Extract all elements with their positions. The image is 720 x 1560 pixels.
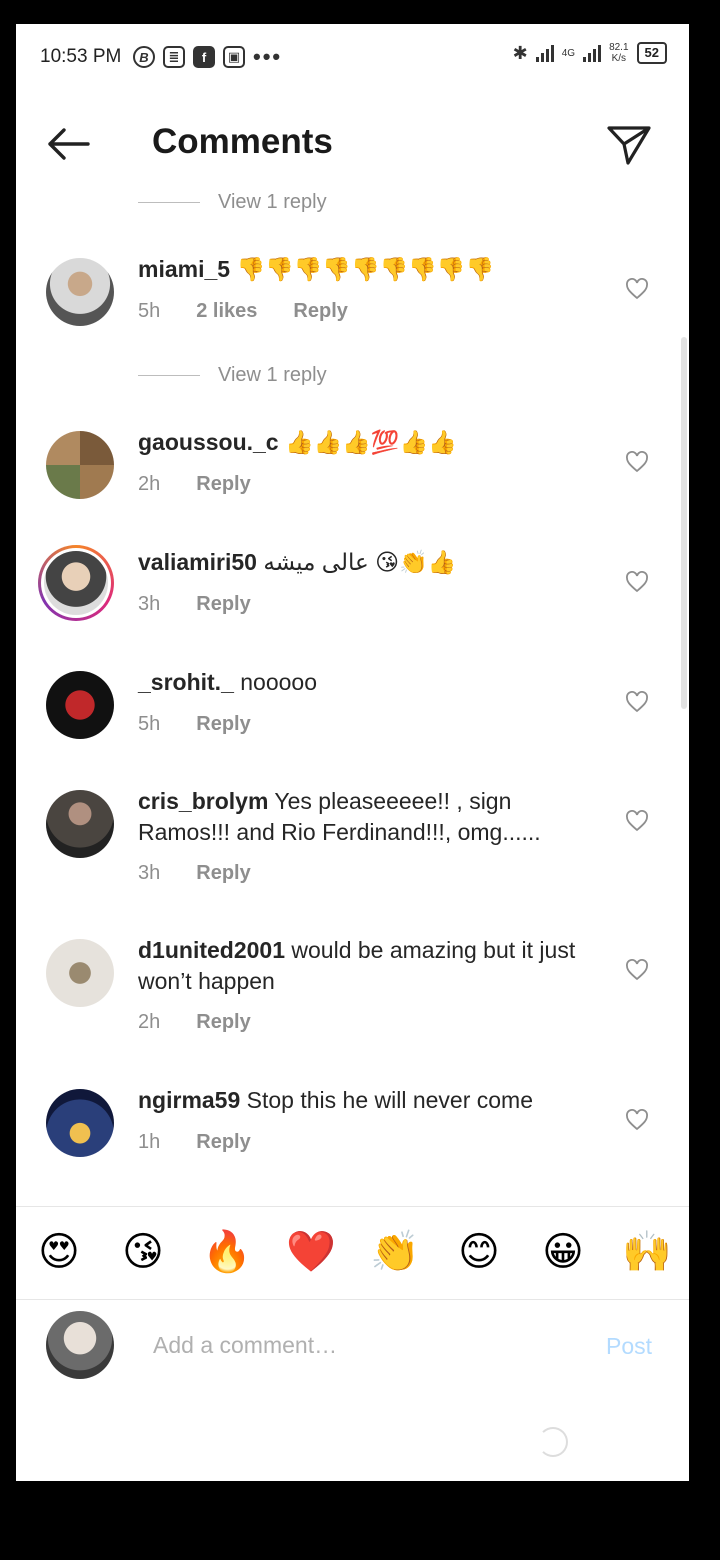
reply-button[interactable]: Reply [196,593,250,616]
emoji-raised-hands[interactable]: 🙌 [620,1225,674,1279]
comment-meta: 3h Reply [138,593,251,616]
comment-time: 3h [138,593,161,615]
comment-text: gaoussou._c 👍👍👍💯👍👍 [138,427,598,458]
emoji-kiss[interactable]: 😘 [116,1225,170,1279]
page-title: Comments [152,122,333,161]
avatar[interactable] [46,258,114,326]
news-app-icon: ≣ [163,46,185,68]
status-time: 10:53 PM [40,46,122,67]
comment-meta: 1h Reply [138,1131,251,1154]
reply-button[interactable]: Reply [196,862,250,885]
battery-icon: 52 [636,42,667,64]
heart-icon[interactable] [625,278,649,300]
comment-body: 👎👎👎👎👎👎👎👎👎 [236,256,495,282]
comment-meta: 5h Reply [138,713,251,736]
header: Comments [16,108,689,178]
more-notifications-icon: ••• [253,44,283,69]
heart-icon[interactable] [625,571,649,593]
avatar[interactable] [46,431,114,499]
comment-text: miami_5 👎👎👎👎👎👎👎👎👎 [138,254,598,285]
comment-body: عالی میشه 😘👏👍 [263,549,457,575]
comment-username[interactable]: cris_brolym [138,788,268,814]
reply-button[interactable]: Reply [196,1131,250,1154]
heart-icon[interactable] [625,451,649,473]
emoji-clap[interactable]: 👏 [368,1225,422,1279]
heart-icon[interactable] [625,810,649,832]
comment-time: 3h [138,862,161,884]
signal-icon [535,44,554,62]
network-speed: 82.1 K/s [609,42,628,64]
facebook-icon: f [193,46,215,68]
reply-divider [138,202,200,203]
avatar[interactable] [46,671,114,739]
comment-body: 👍👍👍💯👍👍 [285,429,457,455]
comments-screen: 10:53 PM B ≣ f ▣ ••• ✱ 4G 82.1 K/s 52 Co… [16,24,689,1481]
comment-username[interactable]: miami_5 [138,256,230,282]
reply-button[interactable]: Reply [293,300,347,323]
view-replies-label: View 1 reply [218,364,327,386]
notification-icons: B ≣ f ▣ ••• [133,44,282,70]
comment-time: 5h [138,300,161,322]
speed-value: 82.1 [609,42,629,53]
speed-unit: K/s [611,53,627,64]
comment-username[interactable]: valiamiri50 [138,549,257,575]
view-replies-label: View 1 reply [218,191,327,213]
comment-text: cris_brolym Yes pleaseeeee!! , sign Ramo… [138,786,598,848]
network-type: 4G [561,47,576,59]
b-app-icon: B [133,46,155,68]
avatar[interactable] [46,1089,114,1157]
system-indicators: ✱ 4G 82.1 K/s 52 [513,42,667,64]
comment-username[interactable]: _srohit._ [138,669,234,695]
emoji-fire[interactable]: 🔥 [200,1225,254,1279]
reply-button[interactable]: Reply [196,473,250,496]
comment-text: valiamiri50 عالی میشه 😘👏👍 [138,547,598,578]
comment-likes[interactable]: 2 likes [196,300,257,323]
comment-username[interactable]: gaoussou._c [138,429,279,455]
comment-text: ngirma59 Stop this he will never come [138,1085,598,1116]
comment-text: d1united2001 would be amazing but it jus… [138,935,598,997]
direct-message-icon[interactable] [606,124,652,166]
emoji-quick-bar: 😍 😘 🔥 ❤️ 👏 😊 😀 🙌 [16,1206,689,1300]
emoji-grin[interactable]: 😀 [536,1225,590,1279]
comment-input[interactable] [151,1331,555,1360]
emoji-red-heart[interactable]: ❤️ [284,1225,338,1279]
comment-time: 2h [138,1011,161,1033]
comment-body: Stop this he will never come [246,1087,534,1113]
heart-icon[interactable] [625,691,649,713]
scrollbar[interactable] [681,337,687,709]
comment-time: 5h [138,713,161,735]
gesture-indicator-icon [538,1427,568,1457]
heart-icon[interactable] [625,959,649,981]
comment-composer: Post [16,1299,689,1409]
game-app-icon: ▣ [223,46,245,68]
comment-meta: 2h Reply [138,1011,251,1034]
bluetooth-icon: ✱ [512,42,528,63]
back-arrow-icon[interactable] [44,126,92,162]
comment-username[interactable]: ngirma59 [138,1087,240,1113]
post-button[interactable]: Post [606,1333,652,1360]
comment-text: _srohit._ nooooo [138,667,598,698]
current-user-avatar [46,1311,114,1379]
reply-button[interactable]: Reply [196,713,250,736]
reply-divider [138,375,200,376]
view-replies-link[interactable]: View 1 reply [138,364,327,387]
status-bar: 10:53 PM B ≣ f ▣ ••• ✱ 4G 82.1 K/s 52 [16,24,689,90]
emoji-smile[interactable]: 😊 [452,1225,506,1279]
comment-meta: 5h 2 likes Reply [138,300,348,323]
avatar-with-story[interactable] [38,545,114,621]
avatar[interactable] [46,790,114,858]
signal-icon-2 [583,44,602,62]
emoji-heart-eyes[interactable]: 😍 [32,1225,86,1279]
comment-time: 1h [138,1131,161,1153]
comment-meta: 2h Reply [138,473,251,496]
comment-body: nooooo [240,669,318,695]
reply-button[interactable]: Reply [196,1011,250,1034]
comment-username[interactable]: d1united2001 [138,937,285,963]
comment-time: 2h [138,473,161,495]
comment-meta: 3h Reply [138,862,251,885]
avatar[interactable] [46,939,114,1007]
heart-icon[interactable] [625,1109,649,1131]
view-replies-link[interactable]: View 1 reply [138,191,327,214]
